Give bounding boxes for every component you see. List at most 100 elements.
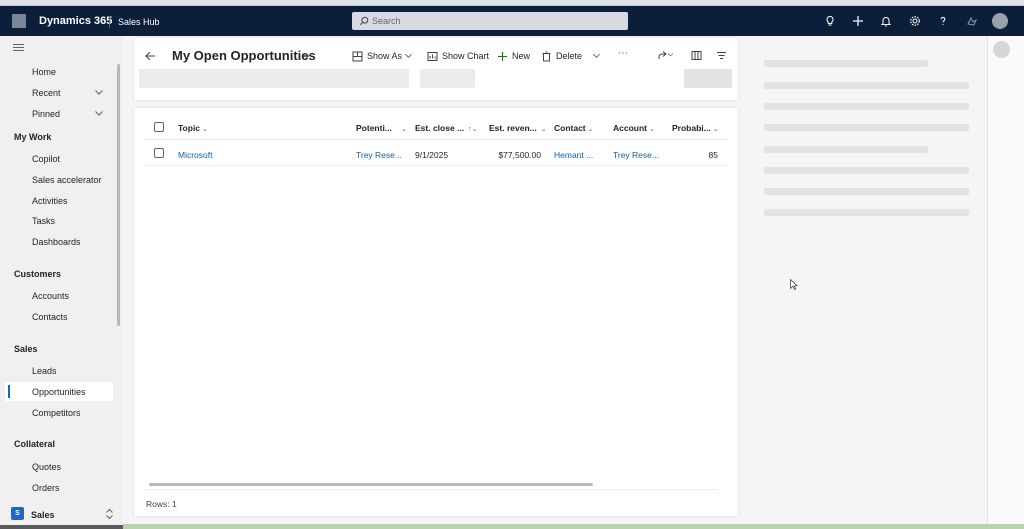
column-header-potential-customer[interactable]: Potenti... ⌄	[356, 123, 407, 133]
loading-placeholder	[684, 69, 732, 88]
cell-est-close-date: 9/1/2025	[415, 150, 449, 160]
cell-est-revenue: $77,500.00	[498, 150, 541, 160]
new-label: New	[512, 51, 531, 61]
cell-topic[interactable]: Microsoft	[178, 150, 212, 160]
sidebar-item-tasks[interactable]: Tasks	[32, 216, 55, 226]
column-header-est-revenue[interactable]: Est. reven... ⌄	[489, 123, 547, 133]
chevron-down-icon[interactable]	[667, 52, 674, 58]
column-header-est-close-date[interactable]: Est. close ... ↑⌄	[415, 123, 478, 133]
sidebar-item-recent[interactable]: Recent	[32, 88, 61, 98]
help-icon[interactable]	[936, 14, 950, 28]
sidebar-group-customers: Customers	[14, 269, 62, 279]
sidebar-group-my-work: My Work	[14, 132, 52, 142]
show-chart-label: Show Chart	[442, 51, 490, 61]
sidebar-item-orders[interactable]: Orders	[32, 483, 60, 493]
chevron-down-icon: ⌄	[540, 126, 547, 133]
sidebar-item-competitors[interactable]: Competitors	[32, 408, 81, 418]
side-panel	[747, 36, 987, 529]
search-input[interactable]: Search	[352, 12, 628, 30]
show-chart-button[interactable]: Show Chart	[427, 49, 489, 63]
sidebar-group-sales: Sales	[14, 344, 38, 354]
back-arrow-icon[interactable]	[144, 50, 156, 62]
column-label: Est. close ...	[415, 123, 465, 133]
column-header-probability[interactable]: Probabi... ⌄	[672, 123, 719, 133]
app-launcher-icon[interactable]	[12, 14, 26, 28]
sidebar-item-activities[interactable]: Activities	[32, 196, 68, 206]
sidebar: Home Recent Pinned My Work Copilot Sales…	[0, 36, 123, 529]
bell-icon[interactable]	[879, 14, 893, 28]
column-header-topic[interactable]: Topic ⌄	[178, 123, 208, 133]
horizontal-scrollbar[interactable]	[149, 483, 593, 486]
delete-button[interactable]: Delete	[541, 49, 582, 63]
search-placeholder: Search	[372, 16, 401, 26]
area-switcher[interactable]: S Sales	[0, 503, 123, 525]
loading-placeholder	[139, 69, 409, 88]
delete-label: Delete	[556, 51, 583, 61]
hamburger-menu-icon[interactable]	[13, 44, 24, 52]
selection-indicator	[8, 385, 10, 398]
lightbulb-icon[interactable]	[823, 14, 837, 28]
chevron-down-icon[interactable]	[592, 52, 601, 60]
loading-placeholder	[764, 124, 969, 131]
sidebar-item-contacts[interactable]: Contacts	[32, 312, 68, 322]
sidebar-item-copilot[interactable]: Copilot	[32, 154, 60, 164]
plus-icon[interactable]	[851, 14, 865, 28]
cell-contact[interactable]: Hemant ...	[554, 150, 593, 160]
sidebar-item-accounts[interactable]: Accounts	[32, 291, 69, 301]
chevron-down-icon[interactable]	[94, 108, 104, 118]
layout-icon	[352, 51, 363, 61]
view-title[interactable]: My Open Opportunities	[172, 48, 316, 63]
loading-placeholder	[764, 188, 969, 195]
loading-placeholder	[420, 69, 475, 88]
search-icon	[359, 16, 369, 26]
new-button[interactable]: New	[497, 49, 530, 63]
trash-icon	[542, 51, 551, 61]
sidebar-item-leads[interactable]: Leads	[32, 366, 57, 376]
copilot-icon[interactable]	[965, 14, 979, 28]
area-badge: S	[11, 507, 24, 520]
column-header-account[interactable]: Account ⌄	[613, 123, 655, 133]
sidebar-item-home[interactable]: Home	[32, 67, 56, 77]
settings-icon[interactable]	[908, 14, 922, 28]
user-avatar[interactable]	[992, 13, 1008, 29]
plus-icon	[498, 51, 507, 61]
avatar[interactable]	[993, 41, 1010, 58]
loading-placeholder	[764, 82, 969, 89]
sidebar-item-dashboards[interactable]: Dashboards	[32, 237, 81, 247]
chevron-up-down-icon	[106, 508, 113, 520]
status-strip	[123, 524, 1024, 529]
column-label: Topic	[178, 123, 201, 133]
column-label: Potenti...	[356, 123, 392, 133]
sidebar-item-sales-accelerator[interactable]: Sales accelerator	[32, 175, 102, 185]
show-as-button[interactable]: Show As	[352, 49, 402, 63]
sidebar-item-quotes[interactable]: Quotes	[32, 462, 61, 472]
command-bar-card: My Open Opportunities Show As Show Chart…	[134, 38, 738, 100]
app-module-name[interactable]: Sales Hub	[118, 17, 160, 27]
sidebar-item-pinned[interactable]: Pinned	[32, 109, 60, 119]
far-right-rail	[987, 36, 1024, 529]
chevron-down-icon[interactable]	[404, 52, 413, 60]
table-row[interactable]: Microsoft Trey Rese... 9/1/2025 $77,500.…	[144, 140, 728, 166]
cell-potential-customer[interactable]: Trey Rese...	[356, 150, 402, 160]
row-checkbox[interactable]	[154, 148, 164, 158]
filter-icon[interactable]	[714, 48, 728, 62]
top-navigation-bar: Dynamics 365 Sales Hub Search	[0, 6, 1024, 36]
chevron-down-icon[interactable]	[94, 87, 104, 97]
chevron-down-icon[interactable]	[302, 52, 312, 60]
column-label: Contact	[554, 123, 586, 133]
sidebar-item-opportunities[interactable]: Opportunities	[32, 387, 86, 397]
divider	[144, 489, 718, 490]
cell-account[interactable]: Trey Rese...	[613, 150, 659, 160]
sidebar-scrollbar[interactable]	[117, 64, 120, 326]
edit-columns-icon[interactable]	[689, 48, 703, 62]
app-name[interactable]: Dynamics 365	[39, 15, 112, 27]
loading-placeholder	[764, 167, 969, 174]
rows-count: Rows: 1	[146, 499, 177, 509]
select-all-checkbox[interactable]	[154, 122, 164, 132]
sort-ascending-icon: ↑⌄	[468, 126, 478, 133]
show-as-label: Show As	[367, 51, 403, 61]
column-header-contact[interactable]: Contact ⌄	[554, 123, 594, 133]
column-label: Est. reven...	[489, 123, 537, 133]
mouse-cursor-icon	[790, 279, 798, 290]
more-commands-icon[interactable]: ⋯	[618, 48, 628, 59]
